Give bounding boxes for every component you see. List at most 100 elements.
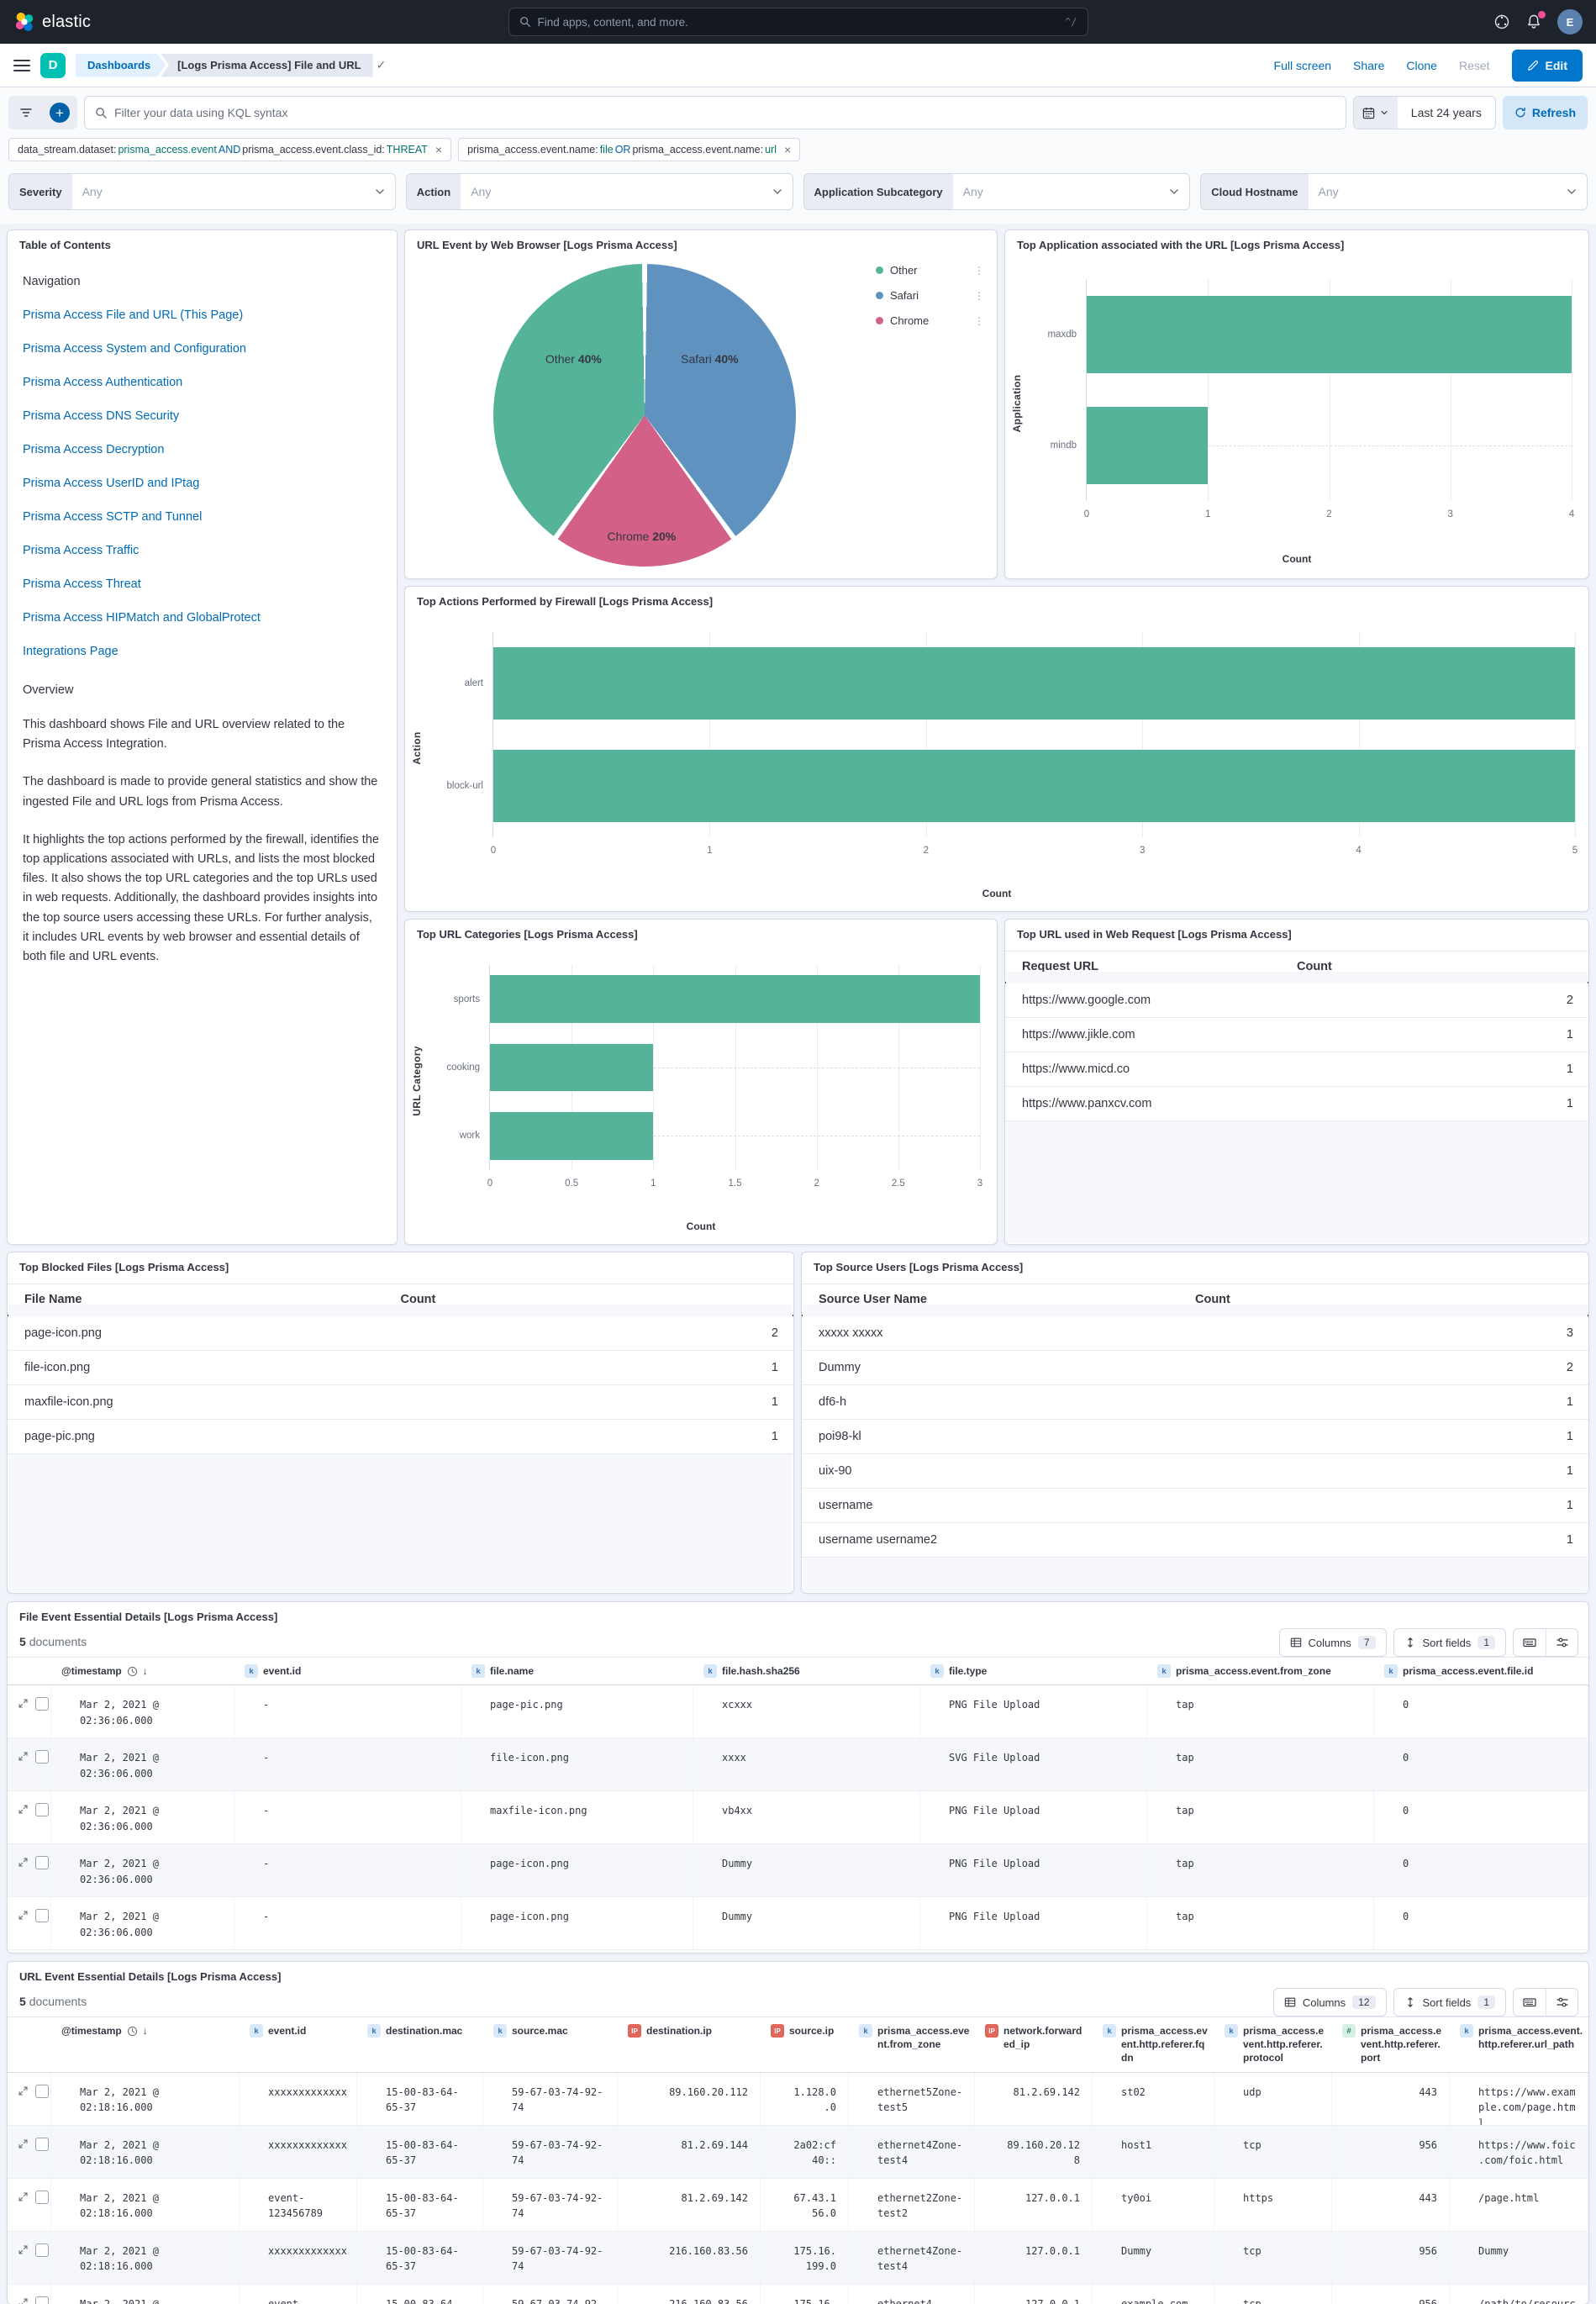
pie-chart[interactable]: Safari 40%Chrome 20%Other 40% [493,264,796,567]
keyboard-shortcuts-button[interactable] [1514,1629,1546,1656]
column-header-prisma_access.event.http.referer.protocol[interactable]: kprisma_access.event.http.referer.protoc… [1214,2017,1332,2072]
expand-row-icon[interactable] [18,2191,29,2202]
edit-button[interactable]: Edit [1512,50,1583,82]
column-header-prisma_access.event.http.referer.fqdn[interactable]: kprisma_access.event.http.referer.fqdn [1093,2017,1214,2072]
chart-bar-block-url[interactable] [493,750,1575,821]
refresh-button[interactable]: Refresh [1503,96,1588,129]
column-header-destination.ip[interactable]: IPdestination.ip [618,2017,761,2072]
expand-row-icon[interactable] [18,2138,29,2149]
menu-hamburger-icon[interactable] [13,59,30,72]
row-checkbox[interactable] [35,2085,49,2098]
legend-item-other[interactable]: Other⋮ [876,264,985,277]
add-filter-button[interactable]: + [47,100,72,125]
expand-row-icon[interactable] [18,2085,29,2096]
legend-item-chrome[interactable]: Chrome⋮ [876,314,985,327]
table-row[interactable]: page-pic.png1 [8,1420,793,1454]
row-checkbox[interactable] [35,2138,49,2151]
control-cloud-hostname[interactable]: Cloud HostnameAny [1200,173,1588,210]
column-header-@timestamp[interactable]: @timestamp↓ [51,2017,240,2072]
kql-search-input[interactable]: Filter your data using KQL syntax [84,96,1346,129]
clone-link[interactable]: Clone [1406,59,1437,72]
legend-item-menu-icon[interactable]: ⋮ [974,315,985,327]
expand-row-icon[interactable] [18,2297,29,2304]
sort-fields-button[interactable]: Sort fields1 [1393,1988,1507,2017]
column-header-source.mac[interactable]: ksource.mac [483,2017,618,2072]
row-checkbox[interactable] [35,2243,49,2257]
row-checkbox[interactable] [35,1909,49,1922]
expand-row-icon[interactable] [18,2244,29,2255]
expand-row-icon[interactable] [18,1910,29,1921]
toc-link[interactable]: Prisma Access Traffic [23,544,382,557]
table-row[interactable]: Dummy2 [802,1351,1588,1385]
toc-link[interactable]: Prisma Access Threat [23,577,382,591]
remove-filter-icon[interactable]: × [784,143,791,156]
legend-item-menu-icon[interactable]: ⋮ [974,265,985,277]
keyboard-shortcuts-button[interactable] [1514,1989,1546,2016]
toc-link[interactable]: Prisma Access SCTP and Tunnel [23,510,382,524]
sort-descending-icon[interactable]: ↓ [143,1665,148,1677]
full-screen-link[interactable]: Full screen [1274,59,1331,72]
column-header-event.id[interactable]: kevent.id [234,1658,461,1685]
row-checkbox[interactable] [35,1803,49,1816]
column-header-prisma_access.event.http.referer.url_path[interactable]: kprisma_access.event.http.referer.url_pa… [1450,2017,1588,2072]
remove-filter-icon[interactable]: × [435,143,442,156]
row-checkbox[interactable] [35,2296,49,2304]
table-row[interactable]: xxxxx xxxxx3 [802,1316,1588,1351]
dashboard-app-icon[interactable]: D [40,53,66,78]
toc-link[interactable]: Prisma Access System and Configuration [23,342,382,356]
legend-item-menu-icon[interactable]: ⋮ [974,290,985,302]
toc-link[interactable]: Prisma Access HIPMatch and GlobalProtect [23,611,382,625]
expand-row-icon[interactable] [18,1804,29,1815]
toc-link[interactable]: Integrations Page [23,645,382,658]
breadcrumb-dashboards[interactable]: Dashboards [76,54,166,77]
table-row[interactable]: uix-901 [802,1454,1588,1489]
table-row[interactable]: file-icon.png1 [8,1351,793,1385]
elastic-logo[interactable]: elastic [13,11,91,33]
chart-bar-sports[interactable] [490,975,980,1023]
column-header-prisma_access.event.http.referer.port[interactable]: #prisma_access.event.http.referer.port [1332,2017,1450,2072]
column-header-prisma_access.event.from_zone[interactable]: kprisma_access.event.from_zone [1147,1658,1374,1685]
reset-link[interactable]: Reset [1459,59,1490,72]
notifications-bell-icon[interactable] [1525,13,1542,30]
saved-query-icon[interactable] [13,100,39,125]
table-row[interactable]: page-icon.png2 [8,1316,793,1351]
chart-bar-work[interactable] [490,1112,653,1160]
row-checkbox[interactable] [35,2191,49,2204]
table-row[interactable]: https://www.google.com2 [1005,983,1588,1018]
column-header-network.forwarded_ip[interactable]: IPnetwork.forwarded_ip [975,2017,1093,2072]
check-icon[interactable]: ✓ [377,58,387,72]
time-range-display[interactable]: Last 24 years [1398,106,1495,119]
chart-bar-maxdb[interactable] [1087,296,1572,373]
filter-pill[interactable]: data_stream.dataset: prisma_access.event… [8,138,451,161]
column-header-source.ip[interactable]: IPsource.ip [761,2017,849,2072]
toc-link[interactable]: Prisma Access DNS Security [23,409,382,423]
calendar-button[interactable] [1354,97,1398,129]
toc-link[interactable]: Prisma Access UserID and IPtag [23,477,382,490]
row-checkbox[interactable] [35,1856,49,1869]
table-row[interactable]: poi98-kl1 [802,1420,1588,1454]
sort-fields-button[interactable]: Sort fields1 [1393,1628,1507,1657]
expand-row-icon[interactable] [18,1751,29,1762]
user-avatar[interactable]: E [1557,9,1583,34]
toc-link[interactable]: Prisma Access Decryption [23,443,382,456]
expand-row-icon[interactable] [18,1857,29,1868]
row-checkbox[interactable] [35,1750,49,1764]
display-options-button[interactable] [1546,1989,1578,2016]
chart-bar-mindb[interactable] [1087,407,1208,484]
sort-descending-icon[interactable]: ↓ [143,2025,148,2037]
table-row[interactable]: df6-h1 [802,1385,1588,1420]
toc-link[interactable]: Prisma Access File and URL (This Page) [23,308,382,322]
control-severity[interactable]: SeverityAny [8,173,396,210]
table-row[interactable]: username1 [802,1489,1588,1523]
column-header-file.hash.sha256[interactable]: kfile.hash.sha256 [693,1658,920,1685]
display-options-button[interactable] [1546,1629,1578,1656]
expand-row-icon[interactable] [18,1698,29,1709]
column-header-prisma_access.event.from_zone[interactable]: kprisma_access.event.from_zone [849,2017,975,2072]
column-header-event.id[interactable]: kevent.id [240,2017,357,2072]
column-header-destination.mac[interactable]: kdestination.mac [357,2017,483,2072]
columns-button[interactable]: Columns12 [1273,1988,1387,2017]
table-row[interactable]: username username21 [802,1523,1588,1558]
global-search-input[interactable]: Find apps, content, and more. ^/ [508,8,1088,36]
table-row[interactable]: https://www.panxcv.com1 [1005,1087,1588,1121]
deployment-icon[interactable] [1493,13,1510,30]
